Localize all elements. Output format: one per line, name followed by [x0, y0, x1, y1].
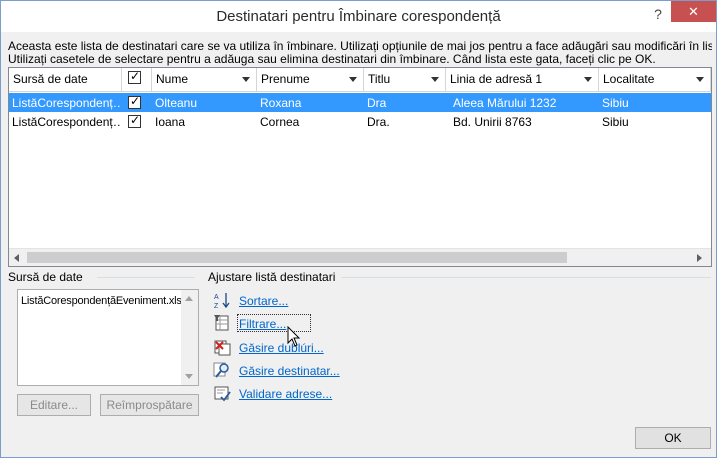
group-divider — [97, 277, 195, 278]
header-titlu-label: Titlu — [368, 72, 391, 86]
help-button[interactable]: ? — [649, 6, 667, 26]
grid-header: Sursă de date Nume Prenume Titlu Linia d… — [9, 68, 711, 92]
header-localitate[interactable]: Localitate — [599, 68, 711, 91]
duplicates-icon — [214, 340, 231, 356]
header-localitate-label: Localitate — [603, 72, 655, 86]
cell-adresa: Aleea Mărului 1232 — [453, 96, 557, 110]
header-nume[interactable]: Nume — [152, 68, 257, 91]
ok-button[interactable]: OK — [635, 427, 711, 449]
row-checkbox[interactable] — [128, 94, 141, 109]
sort-link[interactable]: Sortare... — [239, 294, 288, 308]
scroll-left-icon[interactable] — [14, 254, 19, 262]
header-titlu[interactable]: Titlu — [364, 68, 446, 91]
mail-merge-recipients-dialog: Destinatari pentru Îmbinare corespondenț… — [0, 0, 717, 458]
scroll-up-icon[interactable] — [185, 296, 193, 301]
cell-titlu: Dra — [367, 96, 387, 110]
recipients-grid[interactable]: Sursă de date Nume Prenume Titlu Linia d… — [8, 67, 712, 267]
svg-text:Z: Z — [214, 303, 219, 309]
sort-az-icon: A Z — [214, 293, 230, 309]
scroll-down-icon[interactable] — [185, 374, 193, 379]
cell-nume: Olteanu — [155, 96, 198, 110]
find-recipient-link[interactable]: Găsire destinatar... — [239, 364, 340, 378]
list-item[interactable]: ListăCorespondențăEveniment.xlsx — [21, 295, 187, 307]
validate-icon — [214, 386, 231, 402]
cell-localitate: Sibiu — [602, 115, 629, 129]
dropdown-arrow-icon[interactable] — [431, 77, 439, 82]
mouse-cursor-icon — [287, 326, 301, 347]
horizontal-scrollbar[interactable] — [9, 248, 711, 266]
cell-prenume: Cornea — [260, 115, 300, 129]
cell-adresa: Bd. Unirii 8763 — [453, 115, 532, 129]
scroll-right-icon[interactable] — [697, 254, 702, 262]
edit-button[interactable]: Editare... — [17, 394, 91, 416]
header-adresa-label: Linia de adresă 1 — [450, 72, 543, 86]
search-icon — [213, 362, 229, 378]
header-adresa[interactable]: Linia de adresă 1 — [446, 68, 599, 91]
filter-icon — [214, 315, 229, 331]
vertical-scrollbar[interactable] — [181, 290, 198, 385]
svg-text:A: A — [214, 294, 219, 301]
cell-nume: Ioana — [155, 115, 186, 129]
dropdown-arrow-icon[interactable] — [584, 77, 592, 82]
cell-source: ListăCorespondenț… — [12, 115, 122, 129]
refresh-button[interactable]: Reîmprospătare — [100, 394, 199, 416]
scroll-thumb[interactable] — [27, 252, 567, 263]
header-prenume[interactable]: Prenume — [257, 68, 364, 91]
data-source-list[interactable]: ListăCorespondențăEveniment.xlsx — [17, 289, 199, 386]
find-duplicates-link[interactable]: Găsire dublúri... — [239, 341, 324, 355]
instructions-line-2: Utilizați casetele de selectare pentru a… — [8, 53, 656, 66]
header-prenume-label: Prenume — [261, 72, 310, 86]
cell-prenume: Roxana — [260, 96, 302, 110]
row-checkbox[interactable] — [128, 113, 141, 128]
cell-localitate: Sibiu — [602, 96, 629, 110]
select-all-checkbox[interactable] — [128, 69, 141, 84]
group-divider — [341, 277, 711, 278]
header-data-source[interactable]: Sursă de date — [9, 68, 122, 91]
validate-addresses-link[interactable]: Validare adrese... — [239, 387, 332, 401]
data-source-label: Sursă de date — [8, 270, 89, 284]
dropdown-arrow-icon[interactable] — [349, 77, 357, 82]
dropdown-arrow-icon[interactable] — [242, 77, 250, 82]
close-button[interactable]: ✕ — [671, 1, 716, 22]
cell-source: ListăCorespondenț… — [12, 96, 122, 110]
title-bar: Destinatari pentru Îmbinare corespondenț… — [1, 1, 716, 32]
filter-link[interactable]: Filtrare... — [239, 317, 286, 331]
dropdown-arrow-icon[interactable] — [696, 77, 704, 82]
table-row[interactable]: ListăCorespondenț… Olteanu Roxana Dra Al… — [9, 93, 711, 112]
instructions-line-1: Aceasta este lista de destinatari care s… — [8, 40, 712, 53]
instructions-text: Aceasta este lista de destinatari care s… — [8, 40, 712, 66]
cell-titlu: Dra. — [367, 115, 390, 129]
table-row[interactable]: ListăCorespondenț… Ioana Cornea Dra. Bd.… — [9, 112, 711, 131]
header-select-all[interactable] — [122, 68, 152, 91]
dialog-title: Destinatari pentru Îmbinare corespondenț… — [216, 8, 501, 25]
adjust-list-label: Ajustare listă destinatari — [208, 270, 342, 284]
header-nume-label: Nume — [156, 72, 189, 86]
